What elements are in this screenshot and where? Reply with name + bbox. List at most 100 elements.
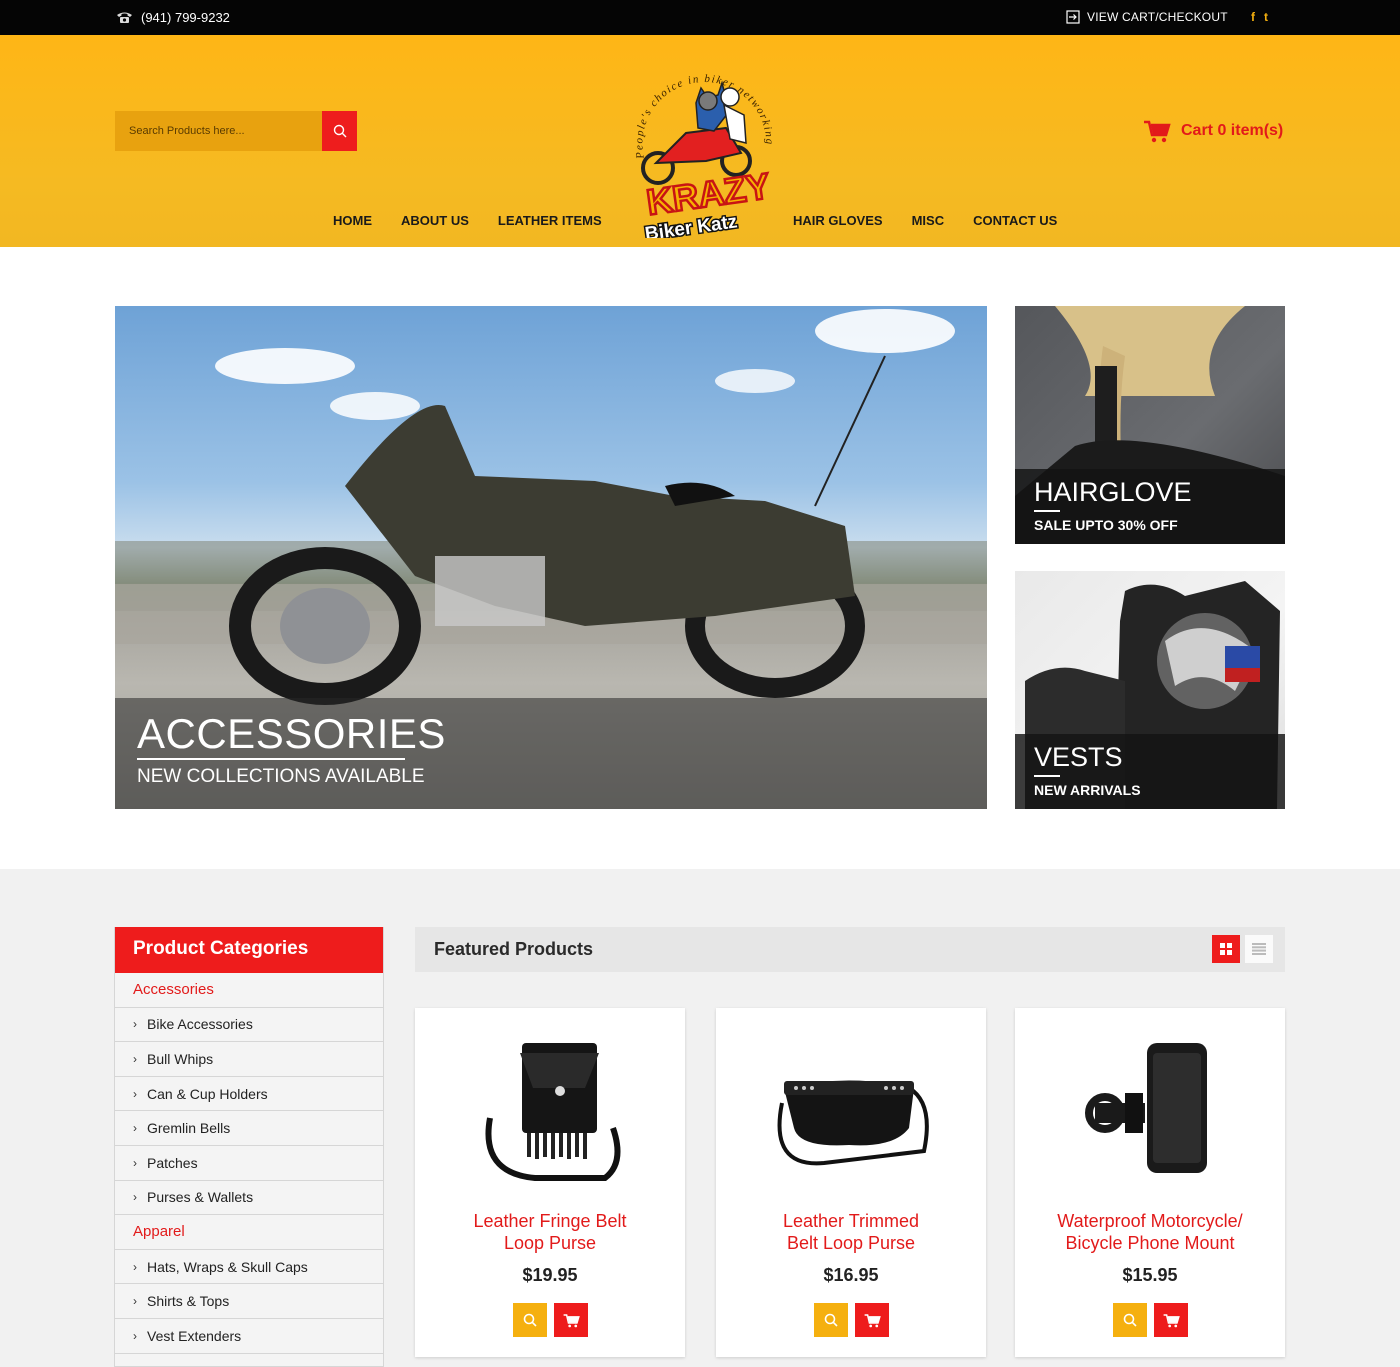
- chevron-right-icon: ›: [133, 1294, 137, 1309]
- product-actions: [814, 1303, 889, 1337]
- category-label: Purses & Wallets: [147, 1189, 254, 1206]
- top-bar: (941) 799-9232 VIEW CART/CHECKOUT f t: [0, 0, 1400, 35]
- quick-view-button[interactable]: [1113, 1303, 1147, 1337]
- category-label: Hats, Wraps & Skull Caps: [147, 1258, 308, 1275]
- site-header: People's choice in biker networking KRAZ…: [0, 35, 1400, 247]
- product-actions: [513, 1303, 588, 1337]
- site-logo[interactable]: People's choice in biker networking KRAZ…: [626, 43, 776, 238]
- nav-leather-items[interactable]: LEATHER ITEMS: [498, 213, 602, 228]
- category-purses-wallets[interactable]: › Purses & Wallets: [115, 1181, 383, 1216]
- category-label: Bull Whips: [147, 1050, 214, 1067]
- category-shirts-tops[interactable]: › Shirts & Tops: [115, 1284, 383, 1319]
- search-input[interactable]: [115, 111, 322, 151]
- chevron-right-icon: ›: [133, 1190, 137, 1205]
- quick-view-button[interactable]: [814, 1303, 848, 1337]
- category-bike-accessories[interactable]: › Bike Accessories: [115, 1008, 383, 1043]
- fringe-purse-image: [485, 1042, 621, 1181]
- banner-hairglove-caption: HAIRGLOVE SALE UPTO 30% OFF: [1015, 469, 1285, 544]
- product-image[interactable]: [766, 1030, 936, 1190]
- categories-list: Accessories › Bike Accessories › Bull Whip…: [115, 973, 383, 1354]
- cart-icon: [563, 1313, 580, 1327]
- product-name[interactable]: Waterproof Motorcycle/ Bicycle Phone Mou…: [1025, 1210, 1275, 1254]
- phone-icon: [117, 12, 132, 23]
- category-label: Accessories: [133, 981, 214, 999]
- checkout-icon: [1066, 10, 1080, 24]
- category-label: Apparel: [133, 1223, 185, 1241]
- banner-hairglove[interactable]: HAIRGLOVE SALE UPTO 30% OFF: [1015, 306, 1285, 544]
- product-image[interactable]: [1065, 1030, 1235, 1190]
- logo-brand-top: KRAZY: [644, 165, 772, 223]
- add-to-cart-button[interactable]: [855, 1303, 889, 1337]
- banner-vests-title: VESTS: [1034, 742, 1123, 772]
- banner-accessories-title: ACCESSORIES: [137, 710, 446, 757]
- phone-mount-image: [1085, 1042, 1207, 1173]
- product-price: $15.95: [1122, 1265, 1178, 1285]
- nav-home[interactable]: HOME: [333, 213, 372, 228]
- add-to-cart-button[interactable]: [1154, 1303, 1188, 1337]
- chevron-right-icon: ›: [133, 1017, 137, 1032]
- search-button[interactable]: [322, 111, 357, 151]
- shop-section: Product Categories Accessories › Bike Acc…: [0, 869, 1400, 1367]
- category-apparel[interactable]: Apparel: [115, 1215, 383, 1250]
- cart-icon: [864, 1313, 881, 1327]
- chevron-right-icon: ›: [133, 1259, 137, 1274]
- caption-underline: [1034, 775, 1060, 777]
- product-card[interactable]: Waterproof Motorcycle/ Bicycle Phone Mou…: [1015, 1008, 1285, 1357]
- banner-accessories-subtitle: NEW COLLECTIONS AVAILABLE: [137, 766, 425, 787]
- social-links: f t: [1251, 10, 1268, 24]
- nav-misc[interactable]: MISC: [912, 213, 945, 228]
- category-vest-extenders[interactable]: › Vest Extenders: [115, 1319, 383, 1354]
- category-can-cup-holders[interactable]: › Can & Cup Holders: [115, 1077, 383, 1112]
- twitter-icon[interactable]: t: [1264, 10, 1268, 24]
- product-categories-panel: Product Categories Accessories › Bike Acc…: [114, 927, 384, 1367]
- banner-hairglove-title: HAIRGLOVE: [1034, 477, 1192, 507]
- banner-vests[interactable]: VESTS NEW ARRIVALS: [1015, 571, 1285, 809]
- chevron-right-icon: ›: [133, 1051, 137, 1066]
- category-label: Gremlin Bells: [147, 1120, 231, 1137]
- grid-view-button[interactable]: [1212, 935, 1240, 963]
- grid-icon: [1220, 943, 1232, 955]
- header-cart[interactable]: Cart 0 item(s): [1143, 119, 1283, 143]
- banner-accessories[interactable]: ACCESSORIES NEW COLLECTIONS AVAILABLE: [115, 306, 987, 809]
- category-patches[interactable]: › Patches: [115, 1146, 383, 1181]
- featured-products-bar: Featured Products: [415, 927, 1285, 972]
- banner-vests-caption: VESTS NEW ARRIVALS: [1015, 734, 1285, 809]
- nav-hair-gloves[interactable]: HAIR GLOVES: [793, 213, 883, 228]
- category-label: Bike Accessories: [147, 1016, 253, 1033]
- banner-vests-subtitle: NEW ARRIVALS: [1034, 782, 1141, 798]
- featured-products-title: Featured Products: [434, 939, 594, 959]
- chevron-right-icon: ›: [133, 1328, 137, 1343]
- category-label: Can & Cup Holders: [147, 1085, 268, 1102]
- caption-underline: [1034, 510, 1060, 512]
- product-name-line: Leather Fringe Belt: [473, 1211, 627, 1231]
- search-icon: [333, 124, 346, 138]
- category-gremlin-bells[interactable]: › Gremlin Bells: [115, 1111, 383, 1146]
- category-accessories[interactable]: Accessories: [115, 973, 383, 1008]
- banner-accessories-caption: ACCESSORIES NEW COLLECTIONS AVAILABLE: [115, 698, 987, 809]
- cart-label: Cart 0 item(s): [1181, 122, 1284, 139]
- product-card[interactable]: Leather Fringe Belt Loop Purse $19.95: [415, 1008, 685, 1357]
- category-label: Vest Extenders: [147, 1327, 242, 1344]
- product-card[interactable]: Leather Trimmed Belt Loop Purse $16.95: [716, 1008, 986, 1357]
- category-bull-whips[interactable]: › Bull Whips: [115, 1042, 383, 1077]
- phone-contact[interactable]: (941) 799-9232: [116, 10, 230, 25]
- search-icon: [824, 1313, 838, 1327]
- categories-heading: Product Categories: [115, 927, 383, 973]
- main-nav-left: HOME ABOUT US LEATHER ITEMS: [333, 213, 602, 228]
- category-label: Patches: [147, 1154, 198, 1171]
- nav-about-us[interactable]: ABOUT US: [401, 213, 469, 228]
- product-name[interactable]: Leather Fringe Belt Loop Purse: [425, 1210, 675, 1254]
- add-to-cart-button[interactable]: [554, 1303, 588, 1337]
- view-cart-link[interactable]: VIEW CART/CHECKOUT: [1066, 10, 1228, 24]
- list-view-button[interactable]: [1245, 935, 1273, 963]
- category-hats-wraps[interactable]: › Hats, Wraps & Skull Caps: [115, 1250, 383, 1285]
- product-image[interactable]: [465, 1030, 635, 1190]
- product-name[interactable]: Leather Trimmed Belt Loop Purse: [726, 1210, 976, 1254]
- phone-number: (941) 799-9232: [141, 10, 230, 25]
- search-icon: [1123, 1313, 1137, 1327]
- facebook-icon[interactable]: f: [1251, 10, 1255, 24]
- nav-contact-us[interactable]: CONTACT US: [973, 213, 1057, 228]
- quick-view-button[interactable]: [513, 1303, 547, 1337]
- product-name-line: Belt Loop Purse: [786, 1233, 916, 1253]
- product-name-line: Leather Trimmed: [782, 1211, 920, 1231]
